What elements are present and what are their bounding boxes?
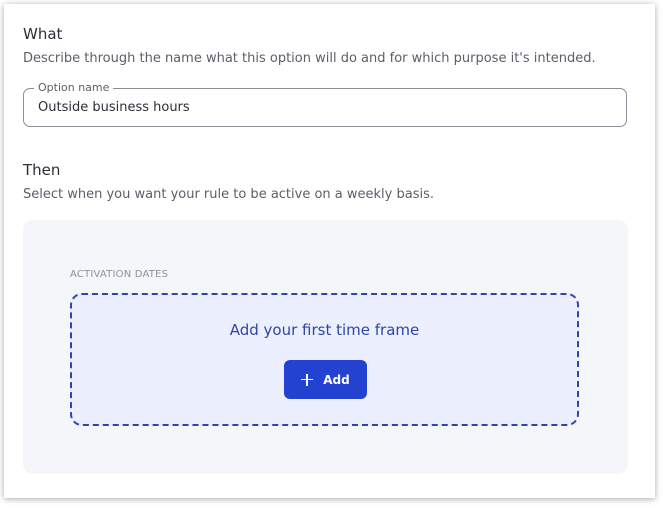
- add-time-frame-button[interactable]: Add: [284, 360, 367, 399]
- empty-state-title: Add your first time frame: [229, 321, 420, 339]
- then-heading: Then: [23, 161, 61, 179]
- time-frame-dropzone: Add your first time frame Add: [70, 293, 579, 426]
- activation-dates-label: ACTIVATION DATES: [70, 269, 169, 280]
- add-button-label: Add: [323, 372, 350, 387]
- option-name-field[interactable]: Option name: [23, 81, 627, 127]
- option-name-input[interactable]: [38, 89, 598, 126]
- then-description: Select when you want your rule to be act…: [23, 187, 434, 202]
- what-heading: What: [23, 25, 63, 43]
- what-description: Describe through the name what this opti…: [23, 51, 596, 66]
- plus-icon: [301, 373, 314, 386]
- option-editor-card: What Describe through the name what this…: [4, 4, 655, 498]
- activation-panel: ACTIVATION DATES Add your first time fra…: [23, 220, 628, 474]
